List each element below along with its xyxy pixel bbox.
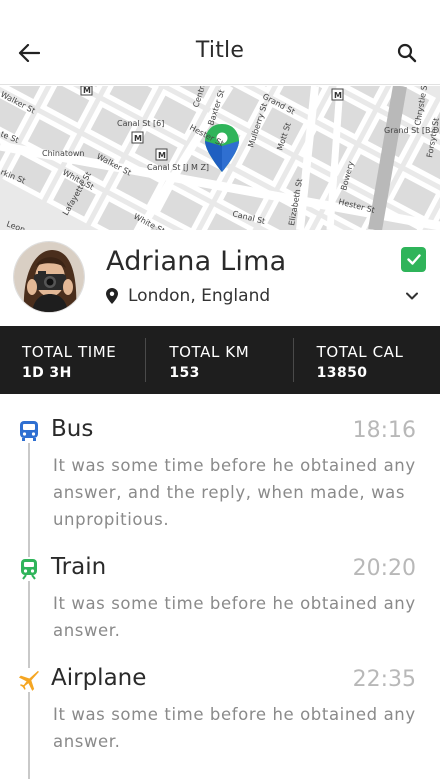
search-icon bbox=[397, 43, 417, 63]
profile-card: Adriana Lima London, England bbox=[0, 230, 440, 326]
timeline: Bus 18:16 It was some time before he obt… bbox=[0, 394, 440, 779]
svg-text:M: M bbox=[334, 91, 342, 100]
profile-location: London, England bbox=[106, 286, 270, 306]
timeline-description: It was some time before he obtained any … bbox=[53, 456, 416, 529]
timeline-time: 20:20 bbox=[352, 556, 416, 581]
profile-location-text: London, England bbox=[128, 286, 271, 306]
timeline-description: It was some time before he obtained any … bbox=[53, 705, 416, 751]
app-bar: Title bbox=[0, 0, 440, 85]
svg-text:M: M bbox=[134, 134, 142, 143]
bus-icon bbox=[17, 419, 41, 443]
timeline-time: 18:16 bbox=[352, 418, 416, 443]
map-label: Chinatown bbox=[42, 149, 85, 158]
map-label: Canal St [J M Z] bbox=[147, 163, 209, 172]
train-icon bbox=[17, 557, 41, 581]
timeline-title: Airplane bbox=[51, 665, 147, 691]
map-streets: M M M M Walker St Canal St [6] Grand St … bbox=[0, 86, 440, 230]
stat-value: 13850 bbox=[316, 365, 368, 381]
stat-value: 153 bbox=[169, 365, 200, 381]
avatar[interactable] bbox=[14, 242, 84, 312]
stat-label: TOTAL TIME bbox=[22, 343, 117, 361]
check-icon bbox=[406, 254, 421, 265]
profile-name: Adriana Lima bbox=[106, 246, 287, 277]
map-label: Canal St [6] bbox=[117, 119, 164, 128]
svg-text:M: M bbox=[83, 86, 91, 95]
stats-bar: TOTAL TIME 1D 3H TOTAL KM 153 TOTAL CAL … bbox=[0, 326, 440, 394]
map-view[interactable]: M M M M Walker St Canal St [6] Grand St … bbox=[0, 86, 440, 230]
stat-total-time: TOTAL TIME 1D 3H bbox=[0, 326, 145, 394]
stat-value: 1D 3H bbox=[22, 365, 72, 381]
avatar-image bbox=[14, 242, 84, 312]
airplane-icon bbox=[17, 668, 41, 692]
timeline-title: Bus bbox=[51, 416, 94, 442]
page-title: Title bbox=[195, 38, 245, 63]
verified-checkbox[interactable] bbox=[401, 247, 426, 272]
stat-total-cal: TOTAL CAL 13850 bbox=[292, 326, 440, 394]
timeline-description: It was some time before he obtained any … bbox=[53, 594, 416, 640]
stat-total-km: TOTAL KM 153 bbox=[145, 326, 292, 394]
expand-button[interactable] bbox=[404, 290, 420, 302]
stat-label: TOTAL KM bbox=[169, 343, 250, 361]
search-button[interactable] bbox=[392, 38, 422, 68]
chevron-down-icon bbox=[406, 292, 418, 300]
location-pin-icon bbox=[106, 288, 118, 304]
timeline-title: Train bbox=[51, 554, 107, 580]
svg-text:M: M bbox=[158, 151, 166, 160]
timeline-line bbox=[28, 440, 30, 779]
timeline-time: 22:35 bbox=[352, 667, 416, 692]
stat-label: TOTAL CAL bbox=[316, 343, 404, 361]
